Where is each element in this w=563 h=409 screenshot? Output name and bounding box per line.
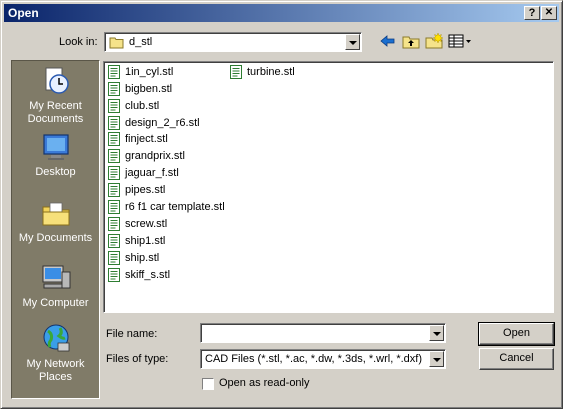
- place-my-recent-documents[interactable]: My Recent Documents: [12, 65, 99, 126]
- up-folder-icon[interactable]: [401, 32, 421, 50]
- file-name-label: File name:: [106, 328, 158, 340]
- readonly-checkbox[interactable]: [202, 378, 214, 390]
- file-type-value: CAD Files (*.stl, *.ac, *.dw, *.3ds, *.w…: [205, 353, 423, 365]
- stl-file-icon: [108, 268, 120, 282]
- place-my-computer[interactable]: My Computer: [12, 262, 99, 310]
- close-button[interactable]: ✕: [541, 6, 557, 20]
- look-in-dropdown[interactable]: d_stl: [104, 32, 362, 52]
- stl-file-icon: [108, 116, 120, 130]
- help-button[interactable]: ?: [524, 6, 540, 20]
- cancel-button[interactable]: Cancel: [479, 348, 554, 370]
- place-my-documents[interactable]: My Documents: [12, 197, 99, 245]
- chevron-down-icon[interactable]: [429, 351, 444, 367]
- stl-file-icon: [108, 166, 120, 180]
- place-my-network-places[interactable]: My Network Places: [12, 323, 99, 384]
- stl-file-icon: [108, 251, 120, 265]
- chevron-down-icon[interactable]: [345, 34, 360, 50]
- stl-file-icon: [108, 200, 120, 214]
- dialog-title: Open: [8, 6, 39, 20]
- place-label: Desktop: [35, 166, 76, 178]
- desktop-icon: [40, 131, 72, 163]
- my-computer-icon: [40, 262, 72, 294]
- stl-file-icon: [230, 65, 242, 79]
- file-type-dropdown[interactable]: CAD Files (*.stl, *.ac, *.dw, *.3ds, *.w…: [200, 349, 446, 369]
- file-name-input[interactable]: [200, 323, 446, 343]
- stl-file-icon: [108, 149, 120, 163]
- stl-file-icon: [108, 217, 120, 231]
- chevron-down-icon[interactable]: [429, 325, 444, 341]
- file-list[interactable]: 1in_cyl.stl bigben.stl club.stl design_2…: [103, 61, 554, 313]
- places-bar: My Recent Documents Desktop My Documents…: [11, 60, 100, 399]
- network-places-icon: [40, 323, 72, 355]
- place-label: My Network Places: [26, 358, 85, 383]
- stl-file-icon: [108, 132, 120, 146]
- folder-icon: [109, 36, 125, 49]
- stl-file-icon: [108, 65, 120, 79]
- recent-documents-icon: [40, 65, 72, 97]
- open-dialog: Open ? ✕ Look in: d_stl My Recent Docume…: [0, 0, 563, 409]
- stl-file-icon: [108, 234, 120, 248]
- look-in-value: d_stl: [129, 36, 153, 48]
- new-folder-icon[interactable]: [424, 32, 444, 50]
- place-label: My Recent Documents: [27, 100, 84, 125]
- place-label: My Computer: [22, 297, 89, 309]
- back-icon[interactable]: [378, 32, 398, 50]
- place-desktop[interactable]: Desktop: [12, 131, 99, 179]
- place-label: My Documents: [18, 232, 93, 244]
- stl-file-icon: [108, 183, 120, 197]
- stl-file-icon: [108, 99, 120, 113]
- my-documents-icon: [40, 197, 72, 229]
- look-in-label: Look in:: [59, 36, 98, 48]
- view-menu-icon[interactable]: [447, 32, 473, 50]
- open-button[interactable]: Open: [478, 322, 555, 346]
- file-type-label: Files of type:: [106, 353, 169, 365]
- title-bar[interactable]: Open ? ✕: [4, 4, 559, 22]
- readonly-label[interactable]: Open as read-only: [219, 377, 310, 389]
- stl-file-icon: [108, 82, 120, 96]
